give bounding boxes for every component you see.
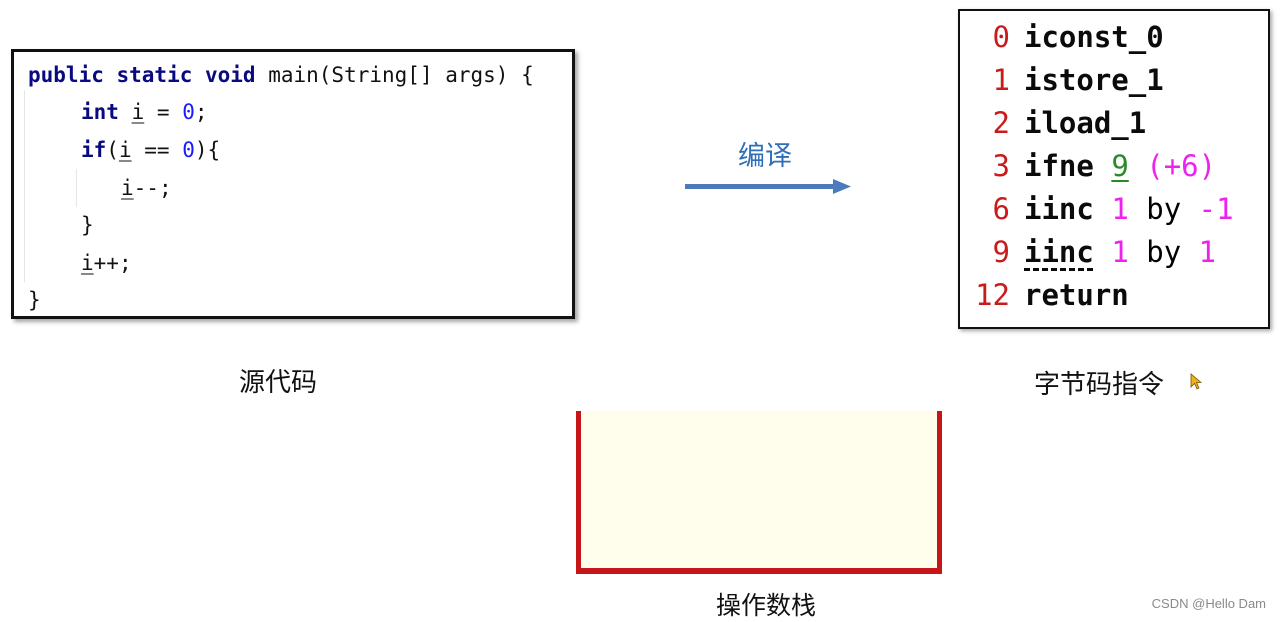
operand-stack	[576, 411, 942, 574]
bytecode-caption: 字节码指令	[1034, 370, 1165, 400]
bytecode-row: 9 iinc 1 by 1	[960, 232, 1217, 272]
bytecode-index: 3	[992, 149, 1010, 183]
bytecode-opcode: return	[1024, 278, 1129, 312]
watermark: CSDN @Hello Dam	[1151, 596, 1266, 611]
code-text: }	[81, 213, 94, 237]
code-text: --;	[133, 176, 172, 200]
bytecode-row: 12 return	[960, 275, 1129, 315]
bytecode-index: 2	[992, 106, 1010, 140]
bytecode-row: 0 iconst_0	[960, 17, 1164, 57]
bytecode-index: 0	[992, 20, 1010, 54]
code-line: }	[81, 212, 94, 238]
code-line: i++;	[81, 250, 132, 276]
bytecode-arg: 1	[1111, 235, 1129, 269]
bytecode-opcode: iload_1	[1024, 106, 1147, 140]
pointer-cursor-icon	[1190, 373, 1203, 390]
bytecode-offset: (+6)	[1146, 149, 1217, 183]
bytecode-index: 12	[975, 278, 1010, 312]
right-arrow-icon	[685, 179, 851, 194]
code-number: 0	[182, 138, 195, 162]
bytecode-arg: 1	[1198, 235, 1217, 269]
code-text: ==	[131, 138, 183, 162]
source-code-box: public static void main(String[] args) {…	[11, 49, 575, 319]
code-line: }	[28, 287, 41, 313]
bytecode-opcode: ifne	[1024, 149, 1094, 183]
bytecode-opcode: istore_1	[1024, 63, 1164, 97]
bytecode-jump-target[interactable]: 9	[1111, 149, 1128, 183]
bytecode-row: 1 istore_1	[960, 60, 1164, 100]
code-line: public static void main(String[] args) {	[28, 62, 534, 88]
code-text: main(String[] args) {	[255, 63, 534, 87]
code-text: ){	[194, 138, 221, 162]
bytecode-index: 1	[992, 63, 1010, 97]
code-text: (	[106, 138, 119, 162]
bytecode-row: 6 iinc 1 by -1	[960, 189, 1234, 229]
code-variable: i	[81, 251, 94, 275]
code-text: ++;	[93, 251, 132, 275]
indent-guide	[76, 169, 77, 207]
bytecode-arg: -1	[1198, 192, 1234, 226]
code-variable: i	[131, 100, 145, 124]
bytecode-keyword: by	[1146, 192, 1182, 226]
bytecode-index: 9	[992, 235, 1010, 269]
code-variable: i	[118, 138, 132, 162]
compile-label: 编译	[738, 141, 792, 172]
bytecode-opcode: iinc	[1024, 192, 1094, 226]
code-keyword: if	[81, 138, 107, 162]
bytecode-row: 3 ifne 9 (+6)	[960, 146, 1217, 186]
source-code-caption: 源代码	[239, 368, 318, 398]
code-variable: i	[121, 176, 134, 200]
code-text: ;	[194, 100, 208, 124]
bytecode-keyword: by	[1146, 235, 1182, 269]
indent-guide	[24, 90, 25, 282]
bytecode-opcode: iconst_0	[1024, 20, 1164, 54]
operand-stack-caption: 操作数栈	[716, 591, 817, 620]
bytecode-row: 2 iload_1	[960, 103, 1147, 143]
code-text: =	[144, 100, 183, 124]
code-keyword: public static void	[28, 63, 256, 87]
code-keyword: int	[81, 100, 119, 124]
bytecode-opcode: iinc	[1024, 235, 1094, 269]
bytecode-box: 0 iconst_0 1 istore_1 2 iload_1 3 ifne 9 (+6…	[958, 9, 1270, 329]
code-line: int i = 0;	[81, 99, 208, 125]
code-line: if(i == 0){	[81, 137, 220, 163]
bytecode-index: 6	[992, 192, 1010, 226]
code-text: }	[28, 288, 41, 312]
bytecode-arg: 1	[1111, 192, 1129, 226]
code-number: 0	[182, 100, 195, 124]
code-line: i--;	[121, 175, 172, 201]
